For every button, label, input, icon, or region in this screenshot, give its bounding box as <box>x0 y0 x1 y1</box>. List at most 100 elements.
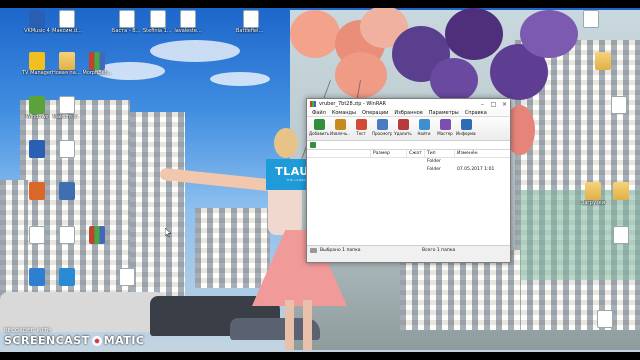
document-icon <box>243 10 259 28</box>
letterbox-bottom <box>0 352 640 360</box>
desktop-icon[interactable] <box>22 268 52 286</box>
test-button[interactable]: Тест <box>351 118 371 139</box>
desktop-icon[interactable]: Battlefield ... <box>236 10 266 34</box>
view-button[interactable]: Просмотр <box>372 118 392 139</box>
table-row[interactable]: Folder <box>307 158 510 166</box>
desktop-icon[interactable]: Загрузки <box>578 182 608 206</box>
info-button[interactable]: Информация <box>456 118 476 139</box>
desktop-icon[interactable]: Новая папка <box>52 52 82 76</box>
folder-icon <box>585 182 601 200</box>
extract-button[interactable]: Извлечь... <box>330 118 350 139</box>
add-button[interactable]: Добавить <box>309 118 329 139</box>
desktop-icon[interactable] <box>576 10 606 28</box>
desktop-icon[interactable] <box>52 226 82 244</box>
word-icon <box>29 140 45 158</box>
column-type[interactable]: Тип <box>425 150 455 157</box>
document-icon <box>119 268 135 286</box>
desktop-icon[interactable]: VKMusic 4 <box>22 10 52 34</box>
menu-help[interactable]: Справка <box>462 109 490 116</box>
wizard-icon <box>439 119 451 130</box>
desktop-icon[interactable] <box>52 140 82 158</box>
window-title: vruber_7bt28.zip - WinRAR <box>319 101 386 107</box>
app-icon <box>59 268 75 286</box>
winrar-window[interactable]: vruber_7bt28.zip - WinRAR – □ × Файл Ком… <box>306 98 511 263</box>
address-bar[interactable] <box>307 141 510 150</box>
letterbox-top <box>0 0 640 8</box>
folder-icon <box>59 52 75 70</box>
mouse-cursor-icon <box>165 228 171 237</box>
desktop-icon[interactable]: Максим.d... <box>52 10 82 34</box>
column-size[interactable]: Размер <box>371 150 407 157</box>
info-icon <box>460 119 472 130</box>
column-packed[interactable]: Сжат <box>407 150 425 157</box>
watermark-brand-b: MATIC <box>103 334 145 347</box>
app-icon <box>29 96 45 114</box>
app-icon <box>29 52 45 70</box>
desktop-icon[interactable]: Баста - Выпускно... <box>112 10 142 34</box>
test-icon <box>355 119 367 130</box>
desktop-icon[interactable]: Stefinia 10 Guns Mod... <box>143 10 173 34</box>
document-icon <box>150 10 166 28</box>
drive-icon <box>310 247 317 253</box>
menu-favorites[interactable]: Избранное <box>391 109 425 116</box>
desktop-icon[interactable] <box>82 226 112 244</box>
desktop-icon[interactable] <box>112 268 142 286</box>
column-modified[interactable]: Изменён <box>455 150 510 157</box>
desktop-icon[interactable]: Windows <box>22 96 52 120</box>
desktop-icon[interactable] <box>606 226 636 244</box>
app-icon <box>29 182 45 200</box>
desktop-icon[interactable] <box>52 268 82 286</box>
desktop-icon[interactable]: lavaleste... <box>173 10 203 34</box>
title-bar[interactable]: vruber_7bt28.zip - WinRAR – □ × <box>307 99 510 109</box>
desktop-icon[interactable] <box>22 140 52 158</box>
document-icon <box>180 10 196 28</box>
desktop-icon[interactable] <box>590 310 620 328</box>
desktop-icon[interactable]: TV Manager <box>22 52 52 76</box>
table-row[interactable]: Folder 07.05.2017 1:01 <box>307 166 510 174</box>
desktop-icon[interactable] <box>22 226 52 244</box>
desktop-icon[interactable] <box>606 182 636 200</box>
app-icon <box>59 182 75 200</box>
column-name[interactable] <box>307 150 371 157</box>
document-icon <box>613 226 629 244</box>
status-bar: Выбрано 1 папка Всего 1 папка <box>307 245 510 254</box>
desktop-icon[interactable] <box>52 182 82 200</box>
maximize-button[interactable]: □ <box>488 100 499 109</box>
menu-operations[interactable]: Операции <box>359 109 391 116</box>
menu-options[interactable]: Параметры <box>426 109 462 116</box>
status-selected: Выбрано 1 папка <box>320 247 361 253</box>
toolbar: Добавить Извлечь... Тест Просмотр Удалит… <box>307 117 510 141</box>
file-list-header: Размер Сжат Тип Изменён <box>307 150 510 158</box>
menu-commands[interactable]: Команды <box>329 109 359 116</box>
delete-icon <box>397 119 409 130</box>
menu-file[interactable]: Файл <box>309 109 329 116</box>
status-total: Всего 1 папка <box>422 247 456 253</box>
folder-icon <box>595 52 611 70</box>
document-icon <box>583 10 599 28</box>
extract-icon <box>334 119 346 130</box>
minimize-button[interactable]: – <box>477 100 488 109</box>
document-icon <box>59 140 75 158</box>
up-folder-icon[interactable] <box>310 142 316 148</box>
desktop-icon[interactable] <box>22 182 52 200</box>
app-icon <box>29 10 45 28</box>
desktop-icon[interactable] <box>588 52 618 70</box>
app-icon <box>29 268 45 286</box>
desktop: VKMusic 4 Максим.d... Баста - Выпускно..… <box>0 0 640 360</box>
archive-icon <box>89 52 105 70</box>
desktop-icon[interactable] <box>604 96 634 114</box>
folder-icon <box>613 182 629 200</box>
add-icon <box>313 119 325 130</box>
document-icon <box>59 96 75 114</box>
document-icon <box>29 226 45 244</box>
wizard-button[interactable]: Мастер <box>435 118 455 139</box>
desktop-icon[interactable]: MorphBet... <box>82 52 112 76</box>
close-button[interactable]: × <box>499 100 510 109</box>
desktop-icon[interactable]: Maksim.d... <box>52 96 82 120</box>
screencast-watermark: RECORDED WITH SCREENCAST MATIC <box>4 328 145 347</box>
record-icon <box>91 335 102 346</box>
archive-icon <box>89 226 105 244</box>
find-button[interactable]: Найти <box>414 118 434 139</box>
delete-button[interactable]: Удалить <box>393 118 413 139</box>
document-icon <box>59 10 75 28</box>
